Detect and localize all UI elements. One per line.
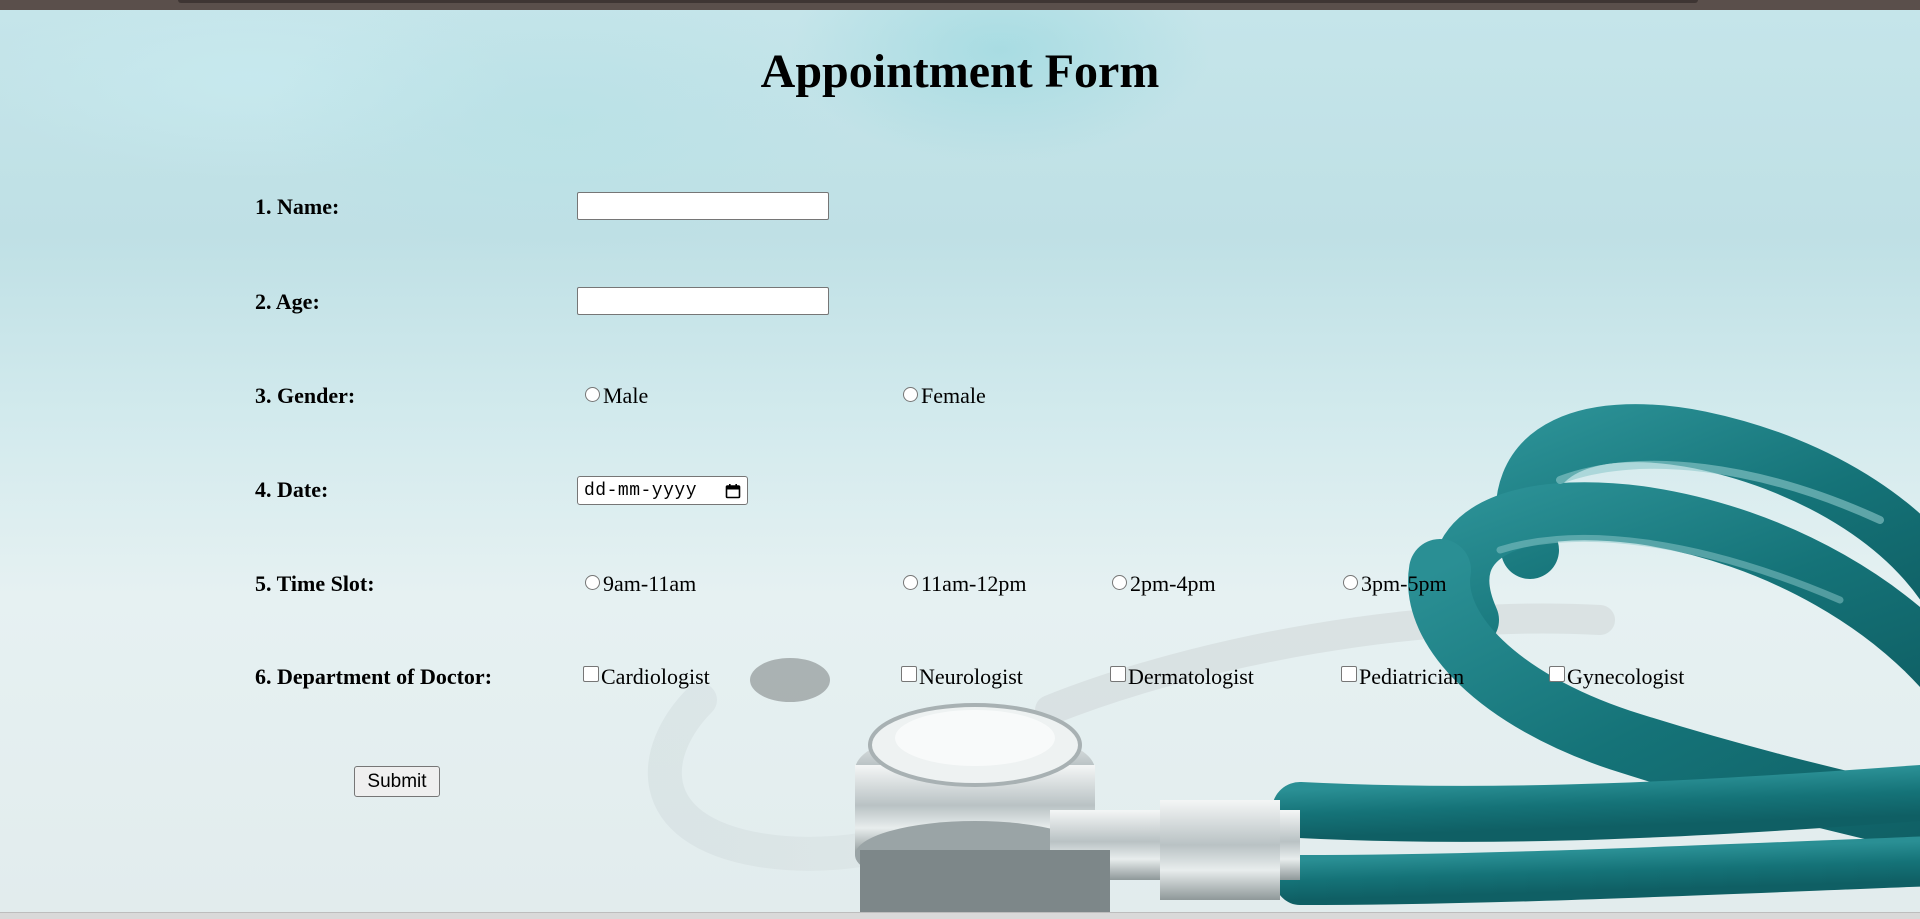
- page-background: Appointment Form 1. Name: 2. Age: 3. Gen…: [0, 10, 1920, 912]
- gender-male-label: Male: [603, 383, 649, 408]
- department-option-pediatrician[interactable]: Pediatrician: [1341, 662, 1464, 692]
- name-input[interactable]: [577, 192, 829, 220]
- time-slot-2-radio[interactable]: [903, 574, 918, 590]
- gender-female-label: Female: [921, 383, 986, 408]
- gender-female-radio[interactable]: [903, 386, 918, 402]
- time-slot-label: 5. Time Slot:: [255, 571, 375, 596]
- age-input[interactable]: [577, 287, 829, 315]
- browser-top-bar: [0, 0, 1920, 10]
- gynecologist-label: Gynecologist: [1567, 664, 1685, 689]
- age-label: 2. Age:: [255, 289, 320, 314]
- cardiologist-label: Cardiologist: [601, 664, 710, 689]
- name-label: 1. Name:: [255, 194, 340, 219]
- dermatologist-label: Dermatologist: [1128, 664, 1254, 689]
- gender-row: 3. Gender: Male Female: [0, 381, 1920, 411]
- gender-option-female[interactable]: Female: [903, 381, 986, 411]
- pediatrician-label: Pediatrician: [1359, 664, 1465, 689]
- time-slot-1-label: 9am-11am: [603, 571, 697, 596]
- neurologist-label: Neurologist: [919, 664, 1023, 689]
- department-label: 6. Department of Doctor:: [255, 664, 493, 689]
- time-slot-option-3[interactable]: 2pm-4pm: [1112, 569, 1216, 599]
- neurologist-checkbox[interactable]: [901, 666, 917, 682]
- time-slot-3-radio[interactable]: [1112, 574, 1127, 590]
- stethoscope-background-image: [647, 404, 1920, 912]
- department-row: 6. Department of Doctor: Cardiologist Ne…: [0, 662, 1920, 692]
- department-option-neurologist[interactable]: Neurologist: [901, 662, 1023, 692]
- date-input[interactable]: dd-mm-yyyy: [577, 476, 748, 505]
- time-slot-3-label: 2pm-4pm: [1130, 571, 1216, 596]
- time-slot-4-radio[interactable]: [1343, 574, 1358, 590]
- dermatologist-checkbox[interactable]: [1110, 666, 1126, 682]
- name-row: 1. Name:: [0, 192, 1920, 222]
- date-row: 4. Date: dd-mm-yyyy: [0, 475, 1920, 505]
- date-placeholder: dd-mm-yyyy: [584, 480, 698, 501]
- gender-option-male[interactable]: Male: [585, 381, 648, 411]
- pediatrician-checkbox[interactable]: [1341, 666, 1357, 682]
- gender-label: 3. Gender:: [255, 383, 356, 408]
- time-slot-2-label: 11am-12pm: [921, 571, 1027, 596]
- time-slot-option-4[interactable]: 3pm-5pm: [1343, 569, 1447, 599]
- time-slot-row: 5. Time Slot: 9am-11am 11am-12pm 2pm-4pm…: [0, 569, 1920, 599]
- time-slot-option-1[interactable]: 9am-11am: [585, 569, 696, 599]
- time-slot-option-2[interactable]: 11am-12pm: [903, 569, 1027, 599]
- department-option-dermatologist[interactable]: Dermatologist: [1110, 662, 1254, 692]
- submit-button[interactable]: Submit: [354, 766, 440, 797]
- calendar-icon[interactable]: [725, 483, 741, 499]
- page-title: Appointment Form: [760, 45, 1160, 98]
- gynecologist-checkbox[interactable]: [1549, 666, 1565, 682]
- date-label: 4. Date:: [255, 477, 329, 502]
- time-slot-1-radio[interactable]: [585, 574, 600, 590]
- department-option-gynecologist[interactable]: Gynecologist: [1549, 662, 1684, 692]
- time-slot-4-label: 3pm-5pm: [1361, 571, 1447, 596]
- age-row: 2. Age:: [0, 287, 1920, 317]
- department-option-cardiologist[interactable]: Cardiologist: [583, 662, 710, 692]
- gender-male-radio[interactable]: [585, 386, 600, 402]
- browser-top-bar-edge: [178, 0, 1698, 3]
- cardiologist-checkbox[interactable]: [583, 666, 599, 682]
